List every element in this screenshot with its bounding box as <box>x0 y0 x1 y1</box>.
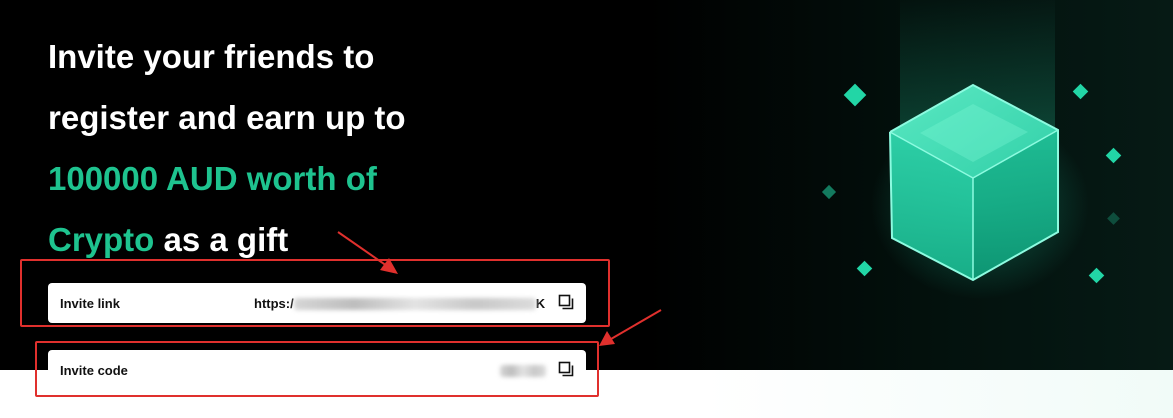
headline-accent-word: Crypto <box>48 221 155 258</box>
invite-link-card: Invite link https:/ K <box>48 283 586 323</box>
invite-link-value[interactable]: https:/ K <box>254 296 545 311</box>
copy-icon[interactable] <box>558 361 574 377</box>
sparkle-diamond <box>1088 267 1105 284</box>
invite-link-prefix: https:/ <box>254 295 294 311</box>
sparkle-diamond <box>821 184 837 200</box>
invite-code-card: Invite code <box>48 350 586 390</box>
copy-icon[interactable] <box>558 294 574 310</box>
invite-code-label: Invite code <box>60 362 128 378</box>
headline-line-2: register and earn up to <box>48 99 406 136</box>
headline-accent-line: 100000 AUD worth of <box>48 160 377 197</box>
redacted-link-blur <box>293 298 536 311</box>
invite-link-suffix: K <box>535 295 546 311</box>
sparkle-diamond <box>1105 147 1122 164</box>
redacted-code-blur <box>500 365 546 378</box>
invite-code-value[interactable] <box>500 363 546 378</box>
sparkle-diamond <box>1072 83 1089 100</box>
sparkle-diamond <box>843 83 867 107</box>
headline-line-1: Invite your friends to <box>48 38 375 75</box>
invite-link-label: Invite link <box>60 295 120 311</box>
sparkle-diamond <box>856 260 873 277</box>
headline: Invite your friends to register and earn… <box>48 26 508 270</box>
headline-line-4-rest: as a gift <box>154 221 289 258</box>
sparkle-diamond <box>1107 212 1120 225</box>
